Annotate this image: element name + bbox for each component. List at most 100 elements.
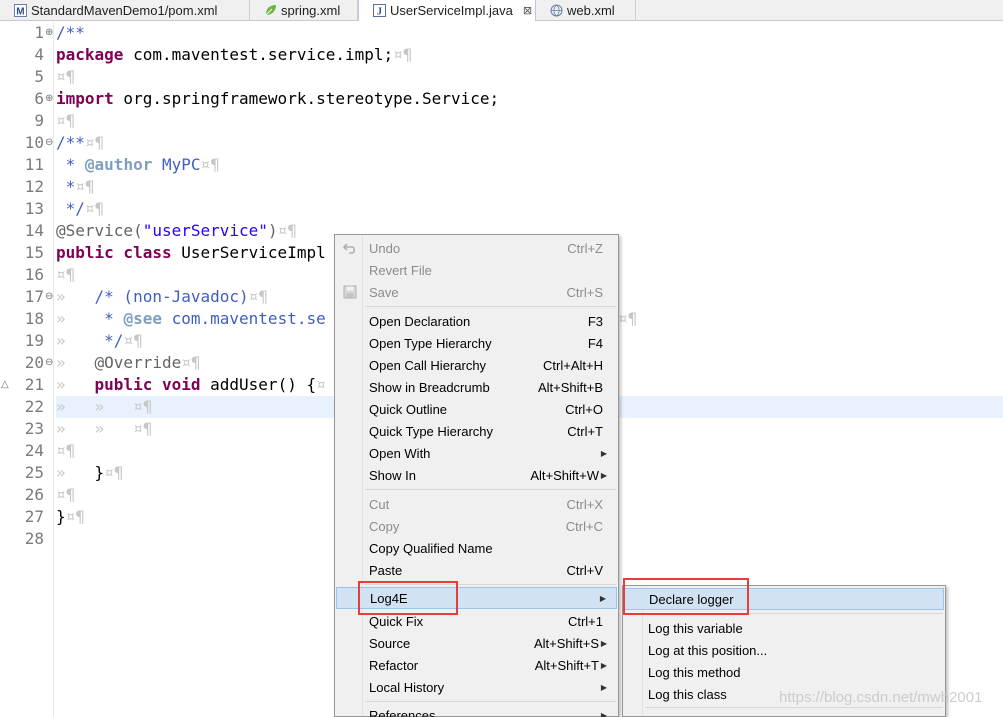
tab-pom-xml[interactable]: M StandardMavenDemo1/pom.xml: [0, 0, 250, 21]
code-line: /**¤¶: [56, 133, 105, 152]
line-number: 5: [34, 67, 44, 86]
code-line: » }¤¶: [56, 463, 124, 482]
menu-item-references[interactable]: References ▶: [336, 704, 617, 717]
menu-separator: [365, 306, 616, 307]
code-line: » public void addUser() {¤: [56, 375, 326, 394]
line-number: 13: [24, 199, 44, 218]
submenu-arrow-icon: ▶: [599, 593, 606, 603]
fold-collapse-icon[interactable]: ⊖: [45, 138, 53, 148]
code-line: }¤¶: [56, 507, 85, 526]
menu-item-log-this-method[interactable]: Log this method: [624, 661, 944, 683]
menu-item-show-in[interactable]: Show In Alt+Shift+W ▶: [336, 464, 617, 486]
svg-text:M: M: [16, 7, 24, 18]
line-number: 10: [24, 133, 44, 152]
line-number: 12: [24, 177, 44, 196]
code-line: @Service("userService")¤¶: [56, 221, 297, 240]
menu-item-copy-qualified-name[interactable]: Copy Qualified Name: [336, 537, 617, 559]
menu-item-revert-file[interactable]: Revert File: [336, 259, 617, 281]
menu-item-log-this-variable[interactable]: Log this variable: [624, 617, 944, 639]
menu-separator: [365, 489, 616, 490]
line-number: 22: [24, 397, 44, 416]
save-icon: [342, 284, 358, 300]
line-number: 11: [24, 155, 44, 174]
line-number: 19: [24, 331, 44, 350]
tab-label: StandardMavenDemo1/pom.xml: [31, 3, 218, 18]
menu-item-undo[interactable]: Undo Ctrl+Z: [336, 237, 617, 259]
java-file-icon: J: [373, 4, 386, 18]
fold-collapse-icon[interactable]: ⊖: [45, 292, 53, 302]
menu-item-open-type-hierarchy[interactable]: Open Type Hierarchy F4: [336, 332, 617, 354]
spring-leaf-icon: [264, 4, 277, 17]
svg-text:J: J: [377, 7, 382, 18]
close-icon[interactable]: ⊠: [523, 4, 532, 17]
menu-item-show-in-breadcrumb[interactable]: Show in Breadcrumb Alt+Shift+B: [336, 376, 617, 398]
line-number: 25: [24, 463, 44, 482]
code-line: *¤¶: [56, 177, 95, 196]
line-number: 20: [24, 353, 44, 372]
menu-item-quick-type-hierarchy[interactable]: Quick Type Hierarchy Ctrl+T: [336, 420, 617, 442]
code-line-current: » » ¤¶: [56, 397, 153, 416]
submenu-arrow-icon: ▶: [600, 682, 607, 692]
vertical-ruler: [0, 22, 10, 717]
line-number: 26: [24, 485, 44, 504]
watermark: https://blog.csdn.net/mwb2001: [779, 689, 983, 706]
tab-spring-xml[interactable]: spring.xml: [250, 0, 358, 21]
code-line: » */¤¶: [56, 331, 143, 350]
fold-expand-icon[interactable]: ⊕: [45, 28, 53, 38]
line-number: 1: [34, 23, 44, 42]
line-number: 9: [34, 111, 44, 130]
menu-item-open-call-hierarchy[interactable]: Open Call Hierarchy Ctrl+Alt+H: [336, 354, 617, 376]
menu-item-copy[interactable]: Copy Ctrl+C: [336, 515, 617, 537]
submenu-arrow-icon: ▶: [600, 660, 607, 670]
line-number: 17: [24, 287, 44, 306]
code-line: import org.springframework.stereotype.Se…: [56, 89, 500, 108]
editor-tab-bar: M StandardMavenDemo1/pom.xml spring.xml …: [0, 0, 1003, 21]
menu-item-source[interactable]: Source Alt+Shift+S ▶: [336, 632, 617, 654]
tab-userserviceimpl-java[interactable]: J UserServiceImpl.java ⊠: [358, 0, 536, 21]
tab-web-xml[interactable]: web.xml: [536, 0, 636, 21]
menu-item-open-declaration[interactable]: Open Declaration F3: [336, 310, 617, 332]
annotation-box-declare-logger: [623, 578, 749, 615]
xml-file-icon: [550, 4, 563, 17]
menu-separator: [645, 707, 943, 708]
line-number: 27: [24, 507, 44, 526]
line-number: 21: [24, 375, 44, 394]
menu-item-paste[interactable]: Paste Ctrl+V: [336, 559, 617, 581]
line-number: 23: [24, 419, 44, 438]
undo-icon: [342, 240, 358, 256]
code-line: package com.maventest.service.impl;¤¶: [56, 45, 413, 64]
line-number: 28: [24, 529, 44, 548]
line-number: 14: [24, 221, 44, 240]
code-line-tail: ¤¶: [618, 309, 638, 328]
override-marker-icon: △: [1, 379, 9, 390]
menu-item-local-history[interactable]: Local History ▶: [336, 676, 617, 698]
tab-label: web.xml: [567, 3, 615, 18]
code-line: ¤¶: [56, 111, 76, 130]
code-line: * @author MyPC¤¶: [56, 155, 220, 174]
menu-item-quick-outline[interactable]: Quick Outline Ctrl+O: [336, 398, 617, 420]
submenu-arrow-icon: ▶: [600, 638, 607, 648]
submenu-arrow-icon: ▶: [600, 710, 607, 717]
menu-separator: [365, 701, 616, 702]
menu-item-log-at-this-position[interactable]: Log at this position...: [624, 639, 944, 661]
code-line: » @Override¤¶: [56, 353, 201, 372]
tab-label: spring.xml: [281, 3, 341, 18]
code-line: » » ¤¶: [56, 419, 153, 438]
menu-item-refactor[interactable]: Refactor Alt+Shift+T ▶: [336, 654, 617, 676]
submenu-arrow-icon: ▶: [600, 448, 607, 458]
fold-expand-icon[interactable]: ⊕: [45, 94, 53, 104]
submenu-arrow-icon: ▶: [600, 470, 607, 480]
line-number: 15: [24, 243, 44, 262]
tab-label: UserServiceImpl.java: [390, 3, 513, 18]
code-line: ¤¶: [56, 67, 76, 86]
annotation-box-log4e: [358, 581, 458, 615]
menu-item-cut[interactable]: Cut Ctrl+X: [336, 493, 617, 515]
maven-pom-icon: M: [14, 4, 27, 18]
line-number: 18: [24, 309, 44, 328]
fold-collapse-icon[interactable]: ⊖: [45, 358, 53, 368]
menu-item-open-with[interactable]: Open With ▶: [336, 442, 617, 464]
menu-item-save[interactable]: Save Ctrl+S: [336, 281, 617, 303]
line-number: 16: [24, 265, 44, 284]
line-number: 6: [34, 89, 44, 108]
code-line: public class UserServiceImpl: [56, 243, 326, 262]
